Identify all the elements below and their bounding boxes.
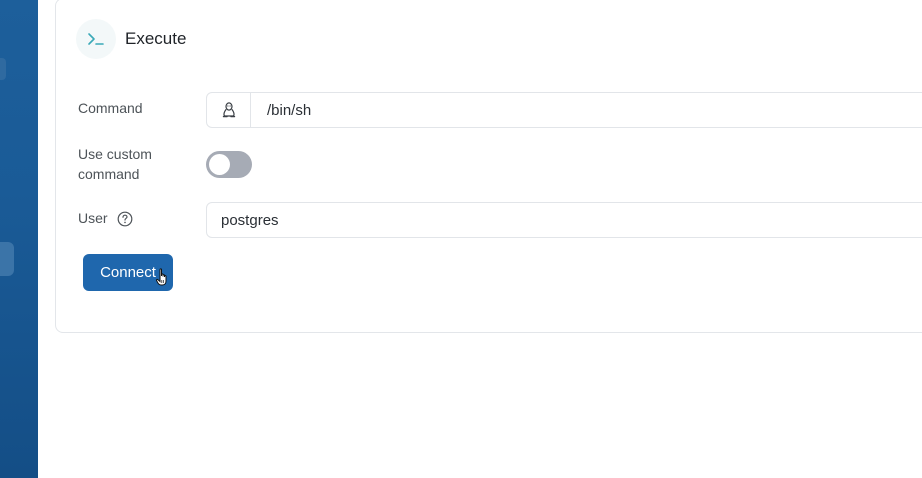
toggle-knob: [209, 154, 230, 175]
user-field[interactable]: postgres: [206, 202, 922, 238]
panel-header: Execute: [76, 19, 186, 59]
sidebar-item-indicator[interactable]: [0, 58, 6, 80]
terminal-icon: [76, 19, 116, 59]
main-content: Execute Command /bin/sh Use custom comma…: [38, 0, 922, 478]
command-value: /bin/sh: [267, 101, 312, 119]
question-circle-icon[interactable]: [117, 211, 133, 227]
command-field[interactable]: /bin/sh: [206, 92, 922, 128]
panel-title: Execute: [125, 29, 187, 48]
sidebar-item-active[interactable]: [0, 242, 14, 276]
hand-cursor-icon: [156, 268, 170, 293]
execute-panel: Execute Command /bin/sh Use custom comma…: [55, 0, 922, 333]
user-value: postgres: [221, 211, 279, 229]
user-label: User: [78, 210, 108, 226]
custom-command-label: Use custom command: [78, 144, 152, 184]
user-label-row: User: [78, 208, 133, 228]
command-label: Command: [78, 100, 143, 116]
custom-command-label-line2: command: [78, 166, 140, 182]
sidebar: [0, 0, 38, 478]
custom-command-toggle[interactable]: [206, 151, 252, 178]
custom-command-label-line1: Use custom: [78, 146, 152, 162]
linux-tux-icon: [207, 93, 251, 127]
